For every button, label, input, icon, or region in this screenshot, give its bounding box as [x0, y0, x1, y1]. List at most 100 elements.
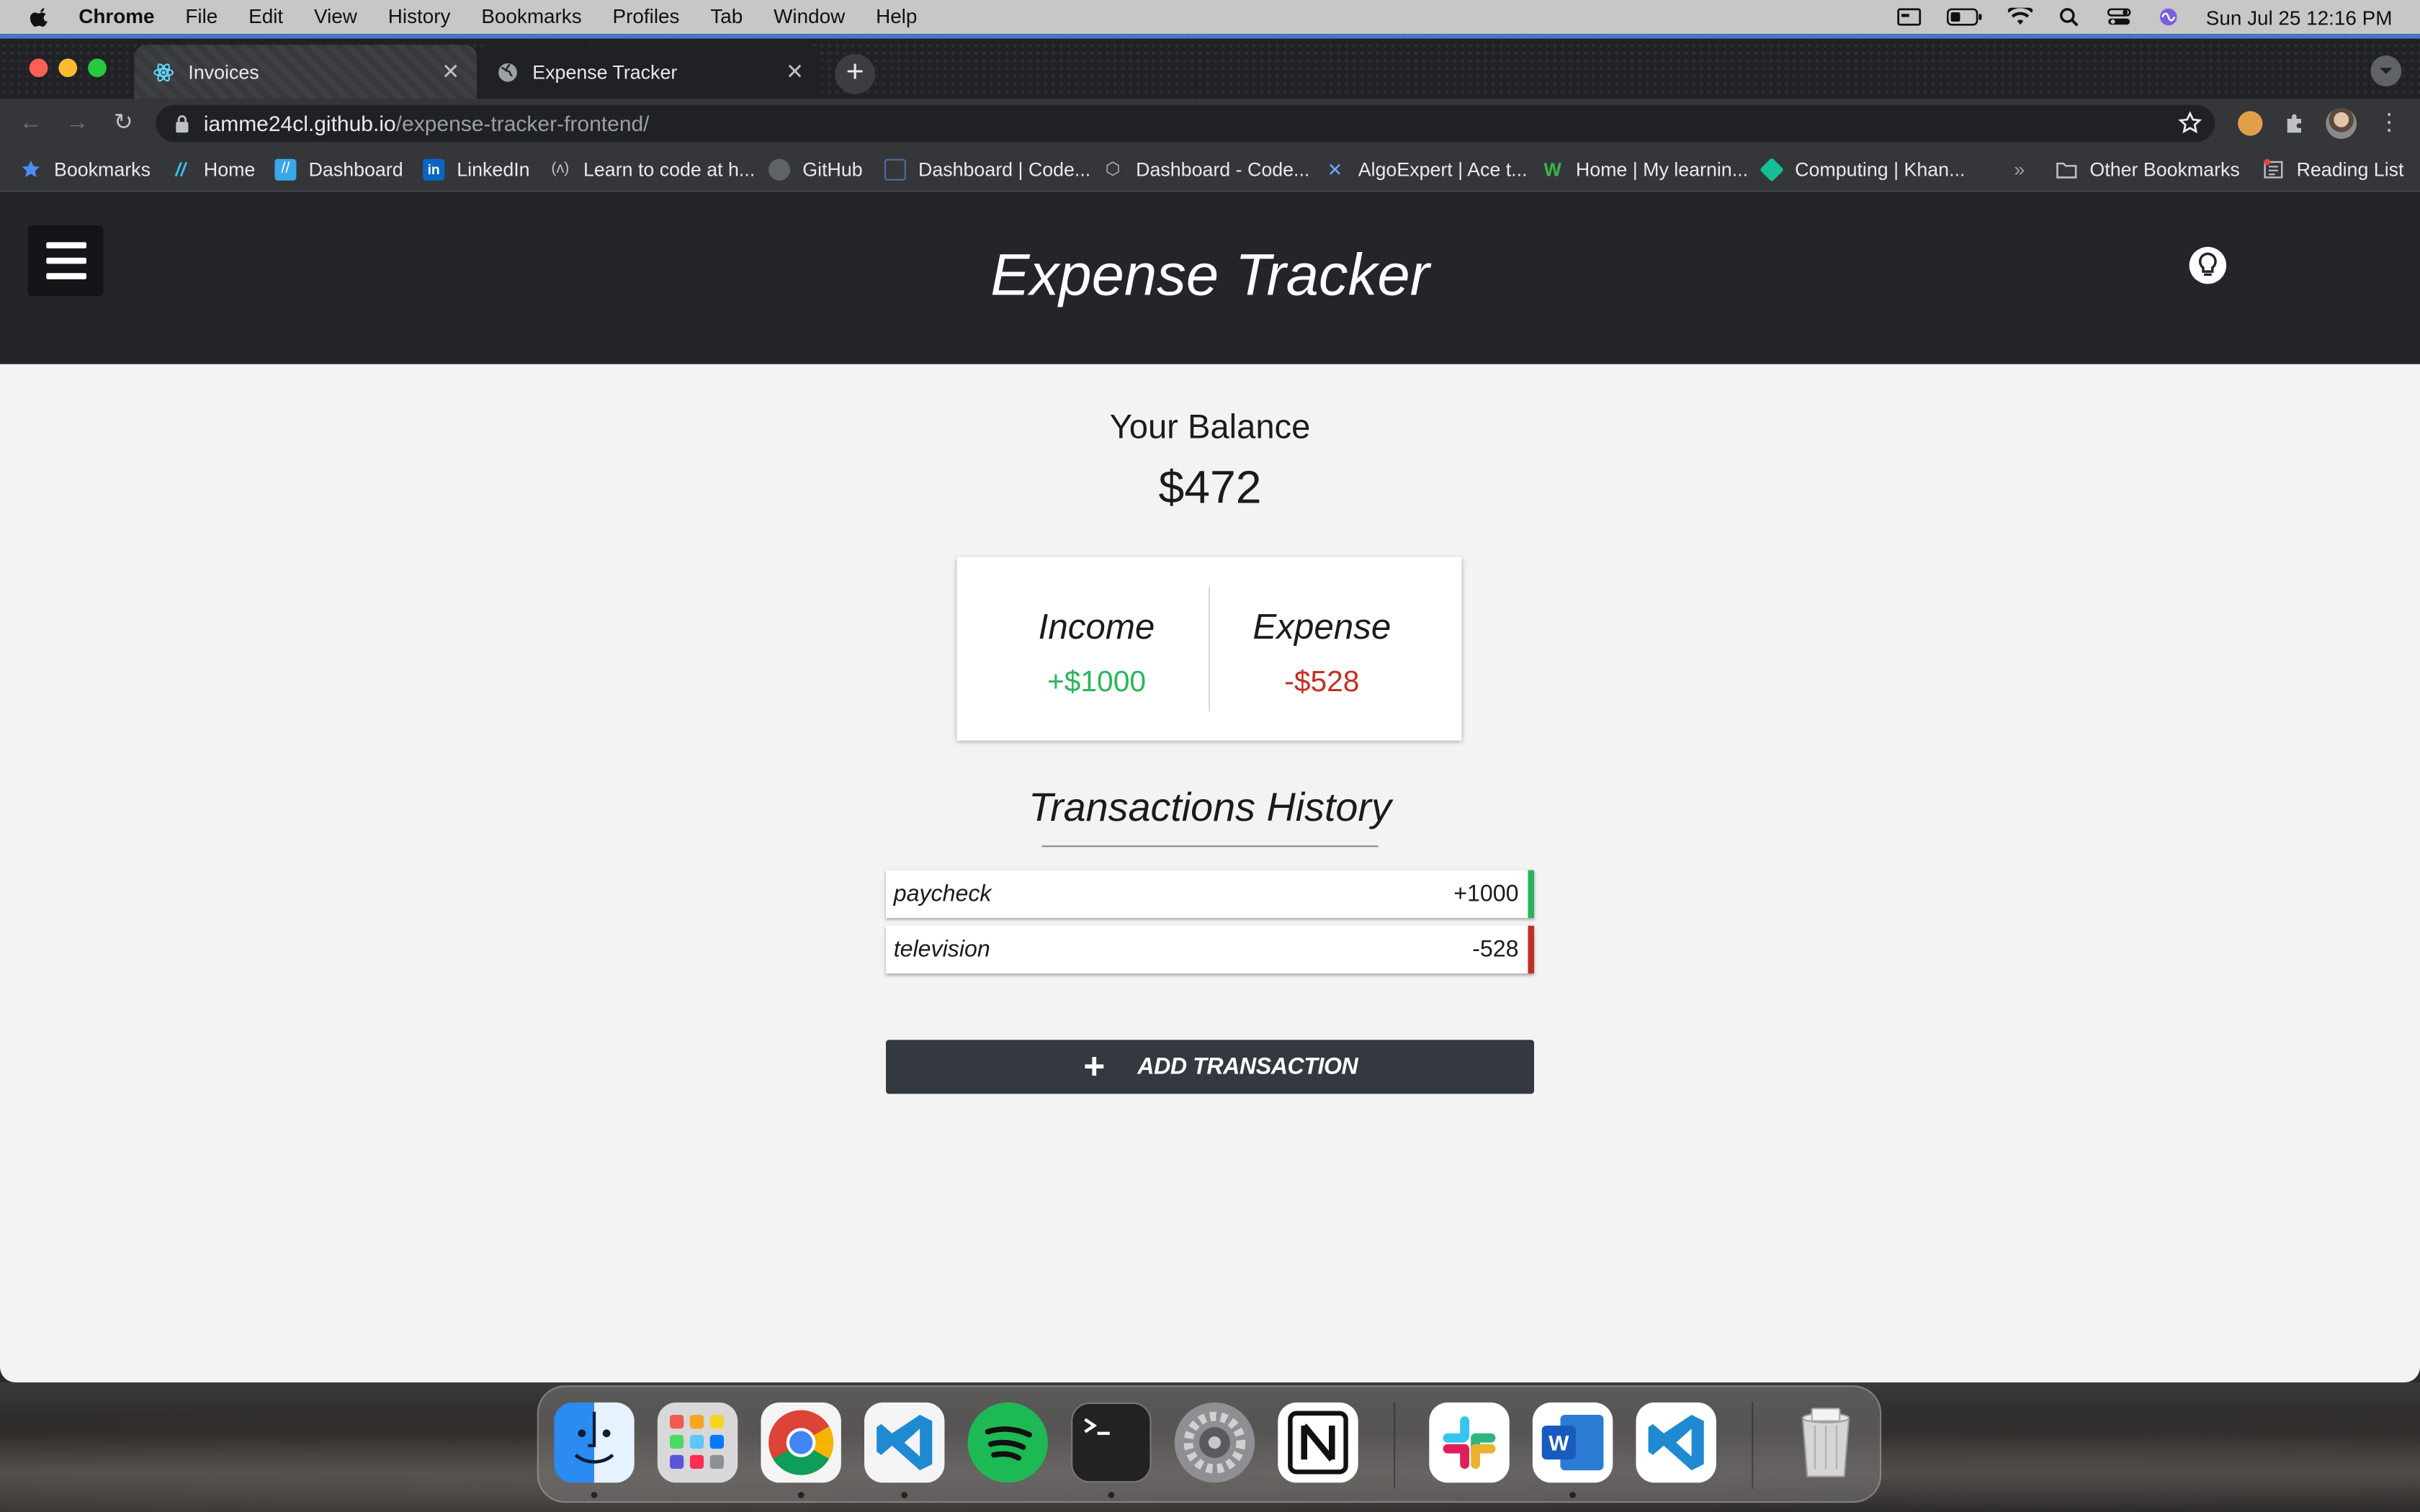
word-icon[interactable]: W — [1532, 1402, 1613, 1483]
cookie-extension-icon[interactable] — [2238, 111, 2263, 136]
bookmark-label: Computing | Khan... — [1795, 158, 1966, 181]
star-icon — [22, 160, 40, 177]
forward-icon[interactable]: → — [65, 110, 89, 135]
bookmark-item[interactable]: // Dashboard — [274, 148, 403, 192]
transactions-history-title: Transactions History — [1028, 783, 1392, 830]
income-indicator-bar — [1528, 870, 1534, 918]
extensions-puzzle-icon[interactable] — [2282, 111, 2307, 135]
profile-avatar[interactable] — [2326, 108, 2357, 139]
bookmark-label: LinkedIn — [457, 158, 530, 181]
system-preferences-icon[interactable] — [1174, 1402, 1255, 1483]
other-bookmarks-folder[interactable]: Other Bookmarks — [2056, 148, 2240, 192]
address-bar[interactable]: iamme24cl.github.io/expense-tracker-fron… — [156, 104, 2215, 143]
close-tab-icon[interactable]: ✕ — [440, 60, 462, 82]
battery-icon[interactable] — [1947, 8, 1984, 27]
dock-separator — [1752, 1402, 1754, 1489]
income-column: Income +$1000 — [971, 606, 1222, 701]
history-title-underline — [1041, 845, 1379, 847]
bookmark-item[interactable]: GitHub — [768, 148, 863, 192]
spotlight-search-icon[interactable] — [2058, 8, 2082, 27]
linkedin-icon: in — [423, 158, 445, 181]
vscode-icon[interactable] — [1636, 1402, 1716, 1483]
menu-history[interactable]: History — [388, 0, 451, 34]
kebab-menu-icon[interactable]: ⋮ — [2377, 110, 2401, 135]
reload-icon[interactable]: ↻ — [111, 110, 135, 135]
siri-icon[interactable] — [2156, 8, 2181, 27]
menu-tab[interactable]: Tab — [710, 0, 743, 34]
bookmark-label: Other Bookmarks — [2089, 158, 2240, 181]
income-label: Income — [1038, 606, 1155, 647]
bookmark-label: Bookmarks — [54, 158, 151, 181]
tab-search-icon[interactable] — [2370, 55, 2402, 86]
trash-icon[interactable] — [1785, 1403, 1865, 1482]
globe-icon — [498, 62, 517, 81]
expense-label: Expense — [1252, 606, 1392, 647]
menu-file[interactable]: File — [185, 0, 218, 34]
bookmark-item[interactable]: Dashboard | Code... — [884, 148, 1090, 192]
back-icon[interactable]: ← — [19, 110, 43, 135]
add-transaction-button[interactable]: + ADD TRANSACTION — [886, 1040, 1534, 1094]
app-title: Expense Tracker — [990, 243, 1430, 309]
zoom-window-button[interactable] — [88, 58, 107, 78]
slack-icon[interactable] — [1429, 1402, 1510, 1483]
control-center-icon[interactable] — [2107, 8, 2132, 27]
menu-view[interactable]: View — [314, 0, 357, 34]
notion-icon[interactable] — [1278, 1402, 1358, 1483]
tab-expense-tracker[interactable]: Expense Tracker ✕ — [478, 45, 821, 99]
screen-icon[interactable] — [1897, 8, 1922, 27]
bookmark-star-icon[interactable] — [2178, 111, 2202, 135]
running-indicator — [901, 1492, 908, 1498]
url-host: iamme24cl.github.io — [203, 111, 396, 136]
chrome-icon[interactable] — [761, 1402, 841, 1483]
bookmark-item[interactable]: W Home | My learnin... — [1542, 148, 1748, 192]
bookmark-item[interactable]: ⬡ Dashboard - Code... — [1102, 148, 1310, 192]
menu-profiles[interactable]: Profiles — [613, 0, 680, 34]
reading-list-button[interactable]: Reading List — [2262, 148, 2404, 192]
minimize-window-button[interactable] — [58, 58, 78, 78]
bookmarks-overflow-button[interactable]: » — [2014, 148, 2025, 192]
transaction-row[interactable]: paycheck +1000 — [886, 870, 1534, 918]
menu-app-name[interactable]: Chrome — [79, 0, 154, 34]
tab-title: Invoices — [188, 60, 259, 83]
transaction-row[interactable]: television -528 — [886, 925, 1534, 974]
apple-icon[interactable] — [30, 6, 51, 28]
svg-text:W: W — [1549, 1431, 1569, 1455]
wifi-icon[interactable] — [2008, 7, 2033, 27]
running-indicator — [1108, 1492, 1115, 1498]
income-expense-summary-card: Income +$1000 Expense -$528 — [956, 557, 1462, 741]
launchpad-icon[interactable] — [657, 1402, 738, 1483]
bookmark-label: GitHub — [802, 158, 863, 181]
finder-icon[interactable] — [554, 1402, 635, 1483]
slash-icon: // — [175, 158, 186, 181]
box-icon: ⬡ — [1105, 160, 1121, 179]
bookmark-label: Learn to code at h... — [583, 158, 756, 181]
menu-bookmarks[interactable]: Bookmarks — [481, 0, 581, 34]
close-window-button[interactable] — [29, 58, 48, 78]
bookmark-item[interactable]: Computing | Khan... — [1760, 148, 1966, 192]
close-tab-icon[interactable]: ✕ — [784, 60, 806, 82]
transaction-name: television — [893, 936, 990, 963]
terminal-icon[interactable] — [1071, 1402, 1152, 1483]
plus-icon: + — [1083, 1045, 1106, 1088]
bookmark-label: Dashboard - Code... — [1136, 158, 1310, 181]
vscode-icon[interactable] — [864, 1402, 945, 1483]
bookmark-item[interactable]: (ʌ) Learn to code at h... — [550, 148, 755, 192]
bookmark-item[interactable]: ✕ AlgoExpert | Ace t... — [1325, 148, 1528, 192]
running-indicator — [591, 1492, 598, 1498]
menu-window[interactable]: Window — [774, 0, 845, 34]
bookmark-label: Home | My learnin... — [1575, 158, 1749, 181]
bookmark-label: Dashboard — [308, 158, 403, 181]
browser-toolbar: ← → ↻ iamme24cl.github.io/expense-tracke… — [0, 99, 2420, 148]
lock-icon[interactable] — [174, 114, 189, 133]
new-tab-button[interactable]: + — [835, 54, 875, 94]
bookmark-item[interactable]: // Home — [170, 148, 256, 192]
menu-edit[interactable]: Edit — [248, 0, 283, 34]
lightbulb-icon[interactable] — [2189, 244, 2228, 289]
spotify-icon[interactable] — [967, 1402, 1048, 1483]
bookmark-item[interactable]: Bookmarks — [20, 148, 151, 192]
menu-clock[interactable]: Sun Jul 25 12:16 PM — [2206, 6, 2393, 29]
menu-help[interactable]: Help — [876, 0, 917, 34]
bookmark-item[interactable]: in LinkedIn — [423, 148, 530, 192]
add-transaction-label: ADD TRANSACTION — [1137, 1053, 1358, 1080]
tab-invoices[interactable]: Invoices ✕ — [134, 45, 478, 99]
